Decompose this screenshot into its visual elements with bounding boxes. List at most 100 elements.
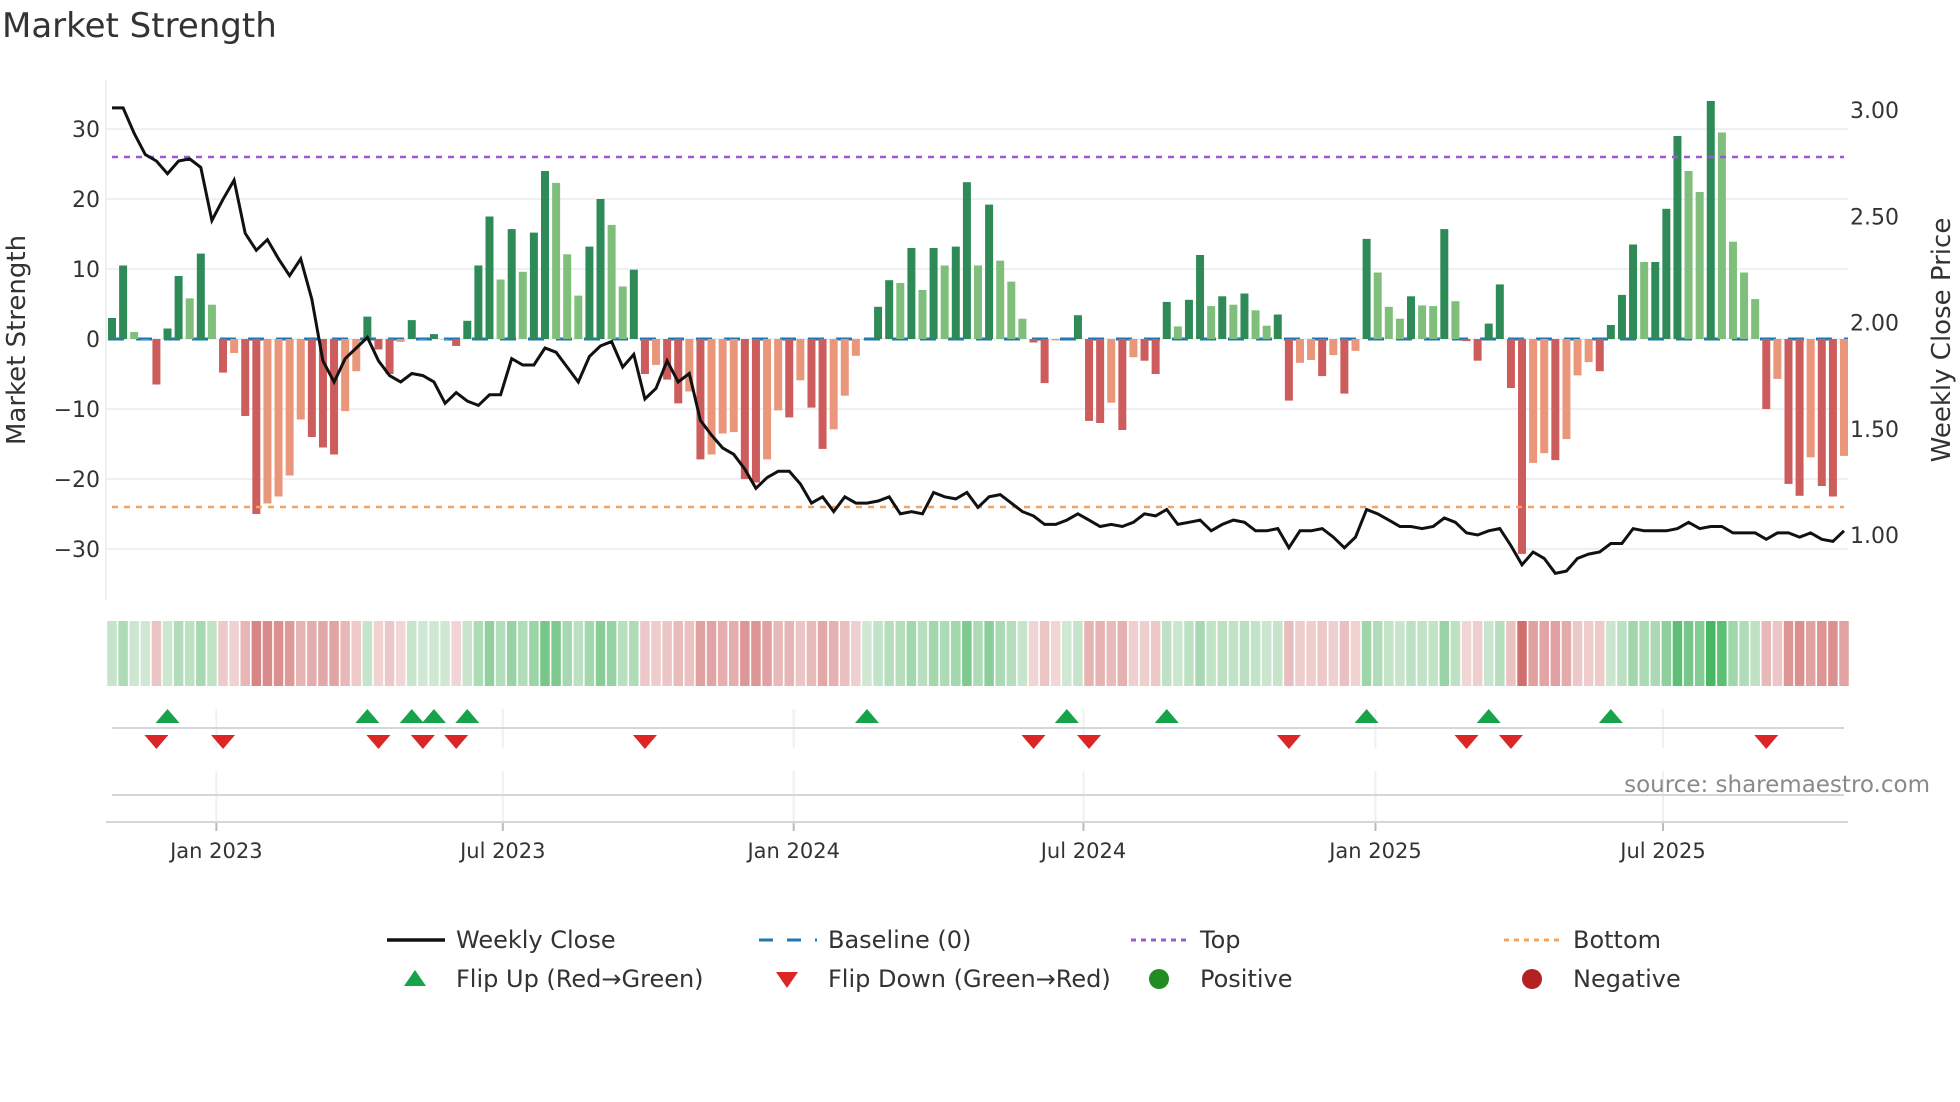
strength-heat-cell: [329, 621, 339, 686]
y-tick-label-right: 2.50: [1850, 205, 1899, 230]
strength-heat-cell: [1339, 621, 1350, 686]
strength-bar: [596, 199, 605, 339]
strength-bar: [1373, 272, 1382, 339]
strength-bar: [385, 339, 394, 374]
strength-bar: [1018, 318, 1027, 339]
strength-heat-cell: [1084, 621, 1094, 686]
strength-bar: [1606, 325, 1615, 339]
legend-item: Flip Up (Red→Green): [404, 965, 704, 993]
strength-bar: [196, 253, 205, 339]
strength-heat-cell: [806, 621, 817, 686]
strength-heat-cell: [1350, 621, 1361, 686]
strength-bar: [1795, 339, 1804, 496]
strength-heat-cell: [1195, 621, 1205, 686]
strength-bar: [1007, 281, 1016, 339]
strength-bar: [640, 339, 649, 374]
legend-item: Top: [1131, 926, 1241, 954]
legend-item: Negative: [1522, 965, 1681, 993]
strength-bar: [1662, 208, 1671, 339]
strength-bar: [1207, 306, 1216, 339]
strength-heat-cell: [1706, 621, 1716, 686]
flip-up-marker: [399, 709, 424, 723]
strength-bar: [1529, 339, 1538, 463]
legend-label: Flip Down (Green→Red): [828, 965, 1111, 993]
legend-item: Bottom: [1504, 926, 1661, 954]
strength-bar: [1251, 310, 1260, 339]
strength-heat-cell: [828, 621, 839, 686]
strength-bar: [441, 339, 450, 340]
strength-heat-cell: [184, 621, 195, 686]
strength-bar: [485, 216, 494, 339]
strength-bar: [1740, 272, 1749, 339]
strength-bar: [185, 298, 194, 339]
strength-bar: [1151, 339, 1160, 374]
strength-bar: [1262, 325, 1271, 339]
strength-heat-cell: [451, 621, 461, 686]
strength-heat-cell: [295, 621, 306, 686]
strength-bar: [496, 279, 505, 339]
flip-up-marker: [421, 709, 446, 723]
y-tick-label-left: −20: [54, 468, 100, 493]
x-tick-label: Jan 2024: [745, 839, 840, 863]
strength-bar: [896, 283, 905, 339]
strength-heat-cell: [1805, 621, 1816, 686]
strength-bar: [1362, 238, 1371, 339]
strength-bar: [219, 339, 228, 373]
strength-bar: [763, 339, 772, 460]
strength-bar: [1562, 339, 1571, 440]
strength-heat-cell: [1273, 621, 1283, 686]
legend-label: Baseline (0): [828, 926, 971, 954]
strength-heat-cell: [751, 621, 761, 686]
flip-down-marker: [1454, 735, 1479, 749]
strength-heat-cell: [1483, 621, 1494, 686]
strength-bar: [840, 339, 849, 396]
strength-bar: [119, 265, 128, 339]
y-tick-label-left: 10: [72, 258, 100, 283]
strength-bar: [341, 339, 350, 412]
strength-heat-cell: [107, 621, 117, 686]
strength-bar: [1173, 326, 1182, 339]
strength-heat-cell: [151, 621, 162, 686]
strength-heat-cell: [551, 621, 561, 686]
strength-heat-cell: [1284, 621, 1294, 686]
strength-bar: [1540, 339, 1549, 454]
strength-bar: [629, 269, 638, 339]
strength-heat-cell: [995, 621, 1005, 686]
strength-bar: [541, 171, 549, 339]
strength-bar: [1107, 339, 1116, 403]
strength-bar: [974, 265, 982, 339]
triangle-up-icon: [404, 970, 426, 986]
strength-heat-cell: [1694, 621, 1705, 686]
y-axis-label-right: Weekly Close Price: [1927, 218, 1957, 463]
strength-heat-cell: [418, 621, 428, 686]
strength-heat-cell: [984, 621, 994, 686]
strength-heat-cell: [218, 621, 228, 686]
source-label: source: sharemaestro.com: [1624, 772, 1930, 798]
strength-bar: [851, 339, 860, 356]
strength-bar: [585, 246, 594, 339]
strength-heat-cell: [1572, 621, 1583, 686]
weekly-close-line: [112, 106, 1846, 575]
strength-heat-cell: [562, 621, 572, 686]
strength-heat-cell: [518, 621, 528, 686]
flip-down-marker: [444, 735, 469, 749]
strength-bar: [996, 260, 1005, 339]
strength-bar: [552, 182, 561, 339]
strength-heat-cell: [1417, 621, 1427, 686]
legend-item: Weekly Close: [387, 926, 616, 954]
strength-heat-cell: [1039, 621, 1050, 686]
strength-heat-cell: [1661, 621, 1672, 686]
strength-heat-cell: [251, 621, 262, 686]
strength-bar: [1506, 339, 1515, 388]
strength-bar: [1407, 296, 1415, 339]
strength-bar: [1828, 339, 1837, 497]
strength-bar: [1473, 339, 1482, 361]
strength-heat-cell: [906, 621, 917, 686]
strength-heat-cell: [1161, 621, 1172, 686]
strength-heat-cell: [1550, 621, 1561, 686]
strength-heat-cell: [529, 621, 539, 686]
strength-bar: [1140, 339, 1149, 361]
strength-heat-cell: [129, 621, 139, 686]
strength-bar: [1196, 255, 1205, 339]
flip-down-marker: [1498, 735, 1523, 749]
